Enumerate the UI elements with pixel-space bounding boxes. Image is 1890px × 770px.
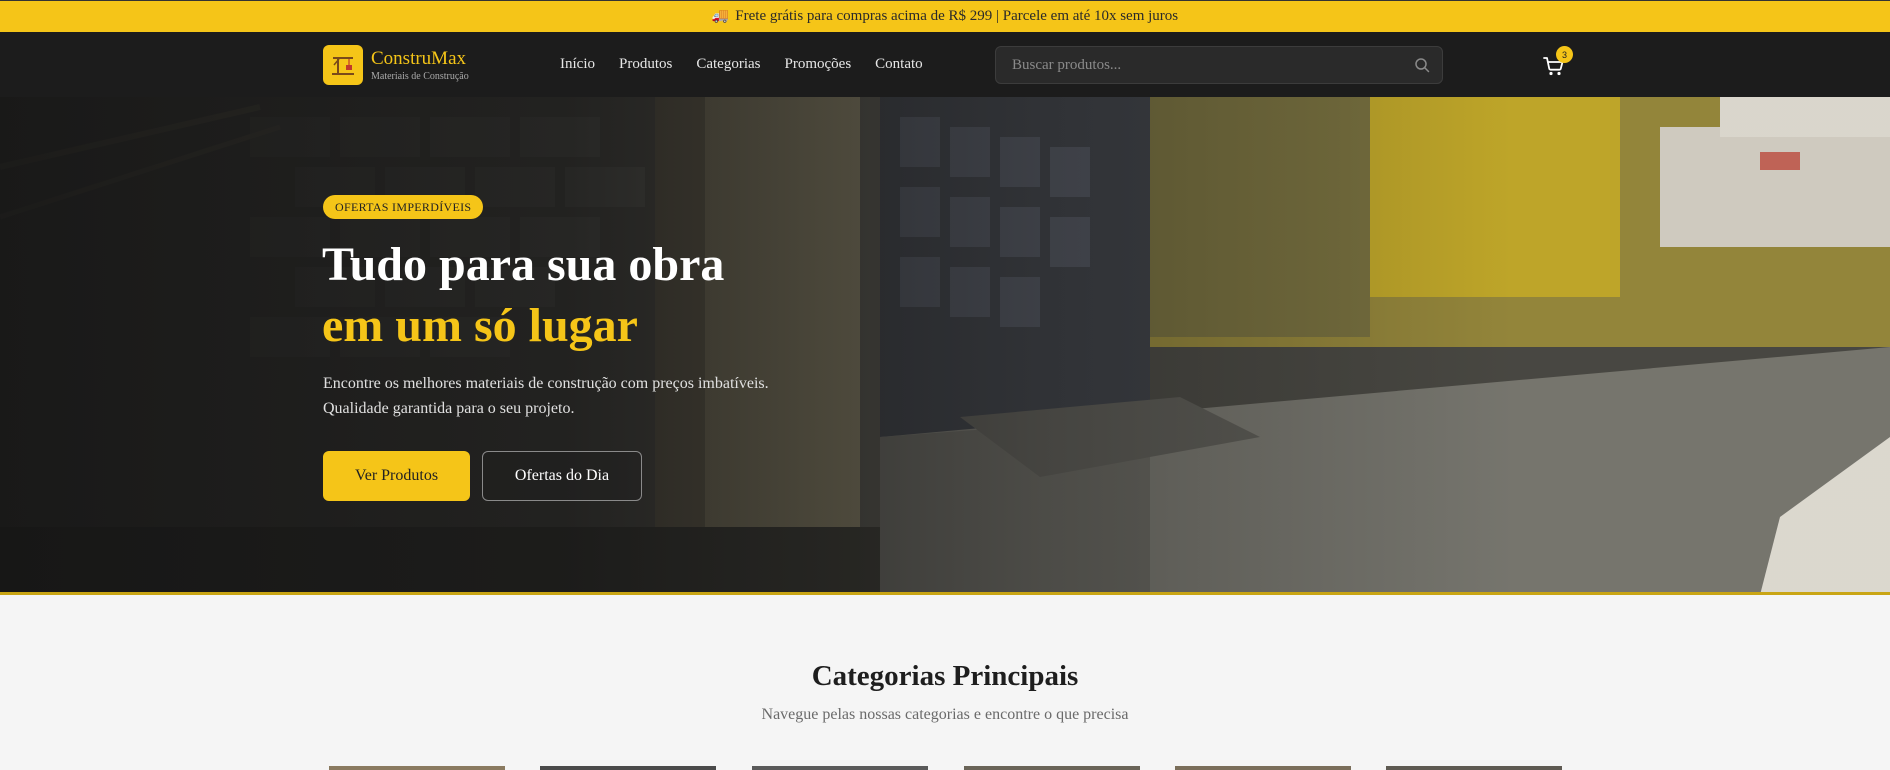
hero-divider xyxy=(0,592,1890,595)
hero-title: Tudo para sua obra xyxy=(322,238,725,291)
ver-produtos-button[interactable]: Ver Produtos xyxy=(323,451,470,501)
search-icon[interactable] xyxy=(1414,57,1430,73)
category-card[interactable] xyxy=(752,766,928,770)
nav-item-inicio[interactable]: Início xyxy=(560,56,595,73)
category-card[interactable] xyxy=(540,766,716,770)
categories-title: Categorias Principais xyxy=(811,660,1079,692)
nav-item-promocoes[interactable]: Promoções xyxy=(785,56,852,73)
search-input[interactable] xyxy=(996,47,1396,83)
category-card[interactable] xyxy=(1175,766,1351,770)
promo-text: Frete grátis para compras acima de R$ 29… xyxy=(735,8,1179,24)
hero-banner: OFERTAS IMPERDÍVEIS Tudo para sua obra e… xyxy=(0,97,1890,595)
category-card[interactable] xyxy=(329,766,505,770)
brand-tagline: Materiais de Construção xyxy=(371,71,469,82)
search-box xyxy=(995,46,1443,84)
offer-badge: OFERTAS IMPERDÍVEIS xyxy=(323,195,484,219)
site-header: ConstruMax Materiais de Construção Iníci… xyxy=(0,32,1890,97)
main-nav: Início Produtos Categorias Promoções Con… xyxy=(560,56,947,73)
brand-name[interactable]: ConstruMax xyxy=(371,48,466,70)
ofertas-do-dia-button[interactable]: Ofertas do Dia xyxy=(482,451,642,501)
category-card[interactable] xyxy=(1386,766,1562,770)
categories-subtitle: Navegue pelas nossas categorias e encont… xyxy=(761,706,1129,723)
nav-item-produtos[interactable]: Produtos xyxy=(619,56,672,73)
truck-icon: 🚚 xyxy=(711,9,730,24)
nav-item-contato[interactable]: Contato xyxy=(875,56,923,73)
category-card[interactable] xyxy=(964,766,1140,770)
logo-icon[interactable] xyxy=(323,45,363,85)
hero-title-highlight: em um só lugar xyxy=(322,299,638,352)
nav-item-categorias[interactable]: Categorias xyxy=(696,56,760,73)
cart-count-badge: 3 xyxy=(1556,46,1573,63)
hero-overlay xyxy=(0,97,1890,595)
hero-description: Encontre os melhores materiais de constr… xyxy=(323,375,769,417)
promo-bar: 🚚 Frete grátis para compras acima de R$ … xyxy=(0,0,1890,32)
